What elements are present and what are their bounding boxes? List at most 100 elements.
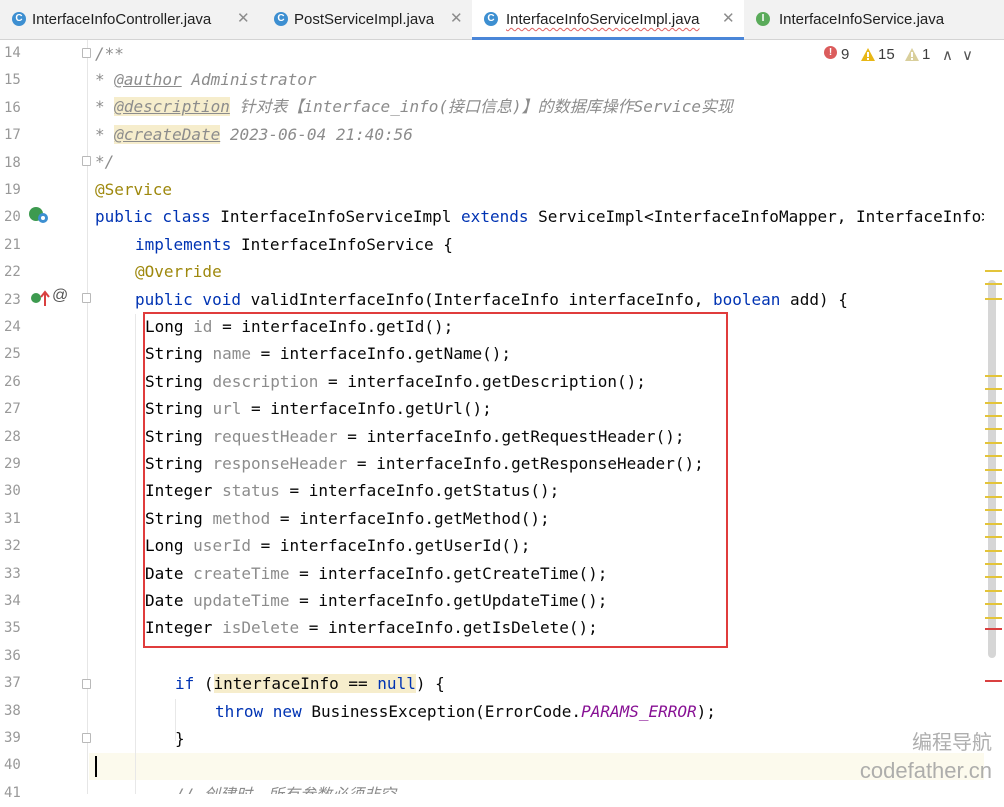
implements-interface-icon[interactable] <box>28 205 50 225</box>
keyword: null <box>377 674 416 693</box>
javadoc-tag: @createDate <box>114 125 221 144</box>
weak-warning-icon <box>905 48 919 61</box>
tab-label: InterfaceInfoController.java <box>32 11 212 28</box>
line-number: 16 <box>4 99 21 116</box>
warning-stripe-marker[interactable] <box>985 402 1002 404</box>
warning-stripe-marker[interactable] <box>985 270 1002 272</box>
keyword: if <box>175 674 195 693</box>
warning-stripe-marker[interactable] <box>985 428 1002 430</box>
error-count: 9 <box>841 46 850 63</box>
code-line-16: * @description 针对表【interface_info(接口信息)】… <box>95 93 733 120</box>
warning-icon <box>861 48 875 61</box>
condition-highlight: interfaceInfo == <box>213 674 378 693</box>
warning-stripe-marker[interactable] <box>985 523 1002 525</box>
line-number: 38 <box>4 702 21 719</box>
chevron-up-icon[interactable]: ∧ <box>942 46 953 64</box>
line-number: 33 <box>4 565 21 582</box>
highlight-box <box>143 312 728 648</box>
doc-comment-open: /** <box>95 44 124 63</box>
line-number: 26 <box>4 373 21 390</box>
warning-stripe-marker[interactable] <box>985 375 1002 377</box>
line-number: 15 <box>4 72 21 89</box>
warning-stripe-marker[interactable] <box>985 298 1002 300</box>
tab-label: PostServiceImpl.java <box>294 11 435 28</box>
error-icon: ! <box>824 46 837 59</box>
keyword: public class <box>95 207 211 226</box>
javadoc-tag: @description <box>114 97 230 116</box>
interface-icon: I <box>756 12 770 26</box>
close-icon[interactable]: ✕ <box>722 9 735 29</box>
code-line-39: } <box>175 725 185 752</box>
code-line-37: if (interfaceInfo == null) { <box>175 670 445 697</box>
line-number: 41 <box>4 784 21 801</box>
warning-stripe-marker[interactable] <box>985 496 1002 498</box>
weak-warning-count: 1 <box>922 46 931 63</box>
tab-interface-info-service-impl[interactable]: C InterfaceInfoServiceImpl.java ✕ <box>472 0 744 40</box>
code-line-41: // 创建时，所有参数必须非空 <box>175 781 396 794</box>
error-stripe-marker[interactable] <box>985 628 1002 630</box>
constant: PARAMS_ERROR <box>581 702 697 721</box>
warning-stripe-marker[interactable] <box>985 563 1002 565</box>
text-caret <box>95 756 97 777</box>
warning-stripe-marker[interactable] <box>985 442 1002 444</box>
override-marker-icon[interactable] <box>30 289 52 309</box>
warning-stripe-marker[interactable] <box>985 536 1002 538</box>
class-name: InterfaceInfoServiceImpl <box>210 207 462 226</box>
tab-interface-info-controller[interactable]: C InterfaceInfoController.java ✕ <box>0 0 262 39</box>
line-number: 23 <box>4 291 21 308</box>
annotation: @Override <box>135 262 222 281</box>
line-comment: // 创建时，所有参数必须非空 <box>175 785 396 794</box>
line-number: 32 <box>4 538 21 555</box>
warning-stripe-marker[interactable] <box>985 590 1002 592</box>
warning-stripe-marker[interactable] <box>985 550 1002 552</box>
code-line-20: public class InterfaceInfoServiceImpl ex… <box>95 203 984 230</box>
warning-stripe-marker[interactable] <box>985 603 1002 605</box>
warning-stripe-marker[interactable] <box>985 576 1002 578</box>
code-line-22: @Override <box>135 258 222 285</box>
line-number: 36 <box>4 647 21 664</box>
code-line-19: @Service <box>95 176 172 203</box>
warning-stripe-marker[interactable] <box>985 509 1002 511</box>
error-stripe-marker[interactable] <box>985 680 1002 682</box>
line-number: 27 <box>4 401 21 418</box>
warning-stripe-marker[interactable] <box>985 482 1002 484</box>
line-number: 37 <box>4 675 21 692</box>
line-number: 40 <box>4 757 21 774</box>
line-number: 39 <box>4 730 21 746</box>
keyword: implements <box>135 235 232 254</box>
line-number: 21 <box>4 236 21 253</box>
code-line-17: * @createDate 2023-06-04 21:40:56 <box>95 121 413 148</box>
tab-interface-info-service[interactable]: I InterfaceInfoService.java <box>744 0 1004 39</box>
close-icon[interactable]: ✕ <box>450 9 463 29</box>
inspection-widget[interactable]: ! 9 15 1 ∧ ∨ <box>824 44 974 66</box>
line-number: 14 <box>4 45 21 61</box>
warning-stripe-marker[interactable] <box>985 617 1002 619</box>
close-icon[interactable]: ✕ <box>237 9 250 29</box>
method-signature: validInterfaceInfo(InterfaceInfo interfa… <box>240 290 713 309</box>
tab-label: InterfaceInfoServiceImpl.java <box>506 11 700 28</box>
warning-stripe-marker[interactable] <box>985 415 1002 417</box>
javadoc-text: 针对表【interface_info(接口信息)】的数据库操作Service实现 <box>229 97 734 116</box>
paren: ) { <box>415 674 445 693</box>
annotation: @Service <box>95 180 173 199</box>
warning-stripe-marker[interactable] <box>985 283 1002 285</box>
warning-stripe-marker[interactable] <box>985 469 1002 471</box>
method-signature-end: add) { <box>780 290 848 309</box>
code-line-38: throw new BusinessException(ErrorCode.PA… <box>215 698 716 725</box>
warning-stripe-marker[interactable] <box>985 455 1002 457</box>
tab-post-service-impl[interactable]: C PostServiceImpl.java ✕ <box>262 0 472 39</box>
closing-brace: } <box>175 729 185 748</box>
doc-star: * <box>95 97 115 116</box>
tab-label: InterfaceInfoService.java <box>779 11 945 28</box>
line-number: 28 <box>4 428 21 445</box>
line-number: 18 <box>4 154 21 171</box>
line-number: 17 <box>4 127 21 144</box>
keyword: public void <box>135 290 241 309</box>
code-line-14: /** <box>95 40 124 67</box>
keyword: throw new <box>215 702 302 721</box>
at-annotation-icon[interactable]: @ <box>52 287 68 305</box>
line-number: 19 <box>4 182 21 198</box>
warning-stripe-marker[interactable] <box>985 388 1002 390</box>
chevron-down-icon[interactable]: ∨ <box>962 46 973 64</box>
paren: ( <box>194 674 214 693</box>
